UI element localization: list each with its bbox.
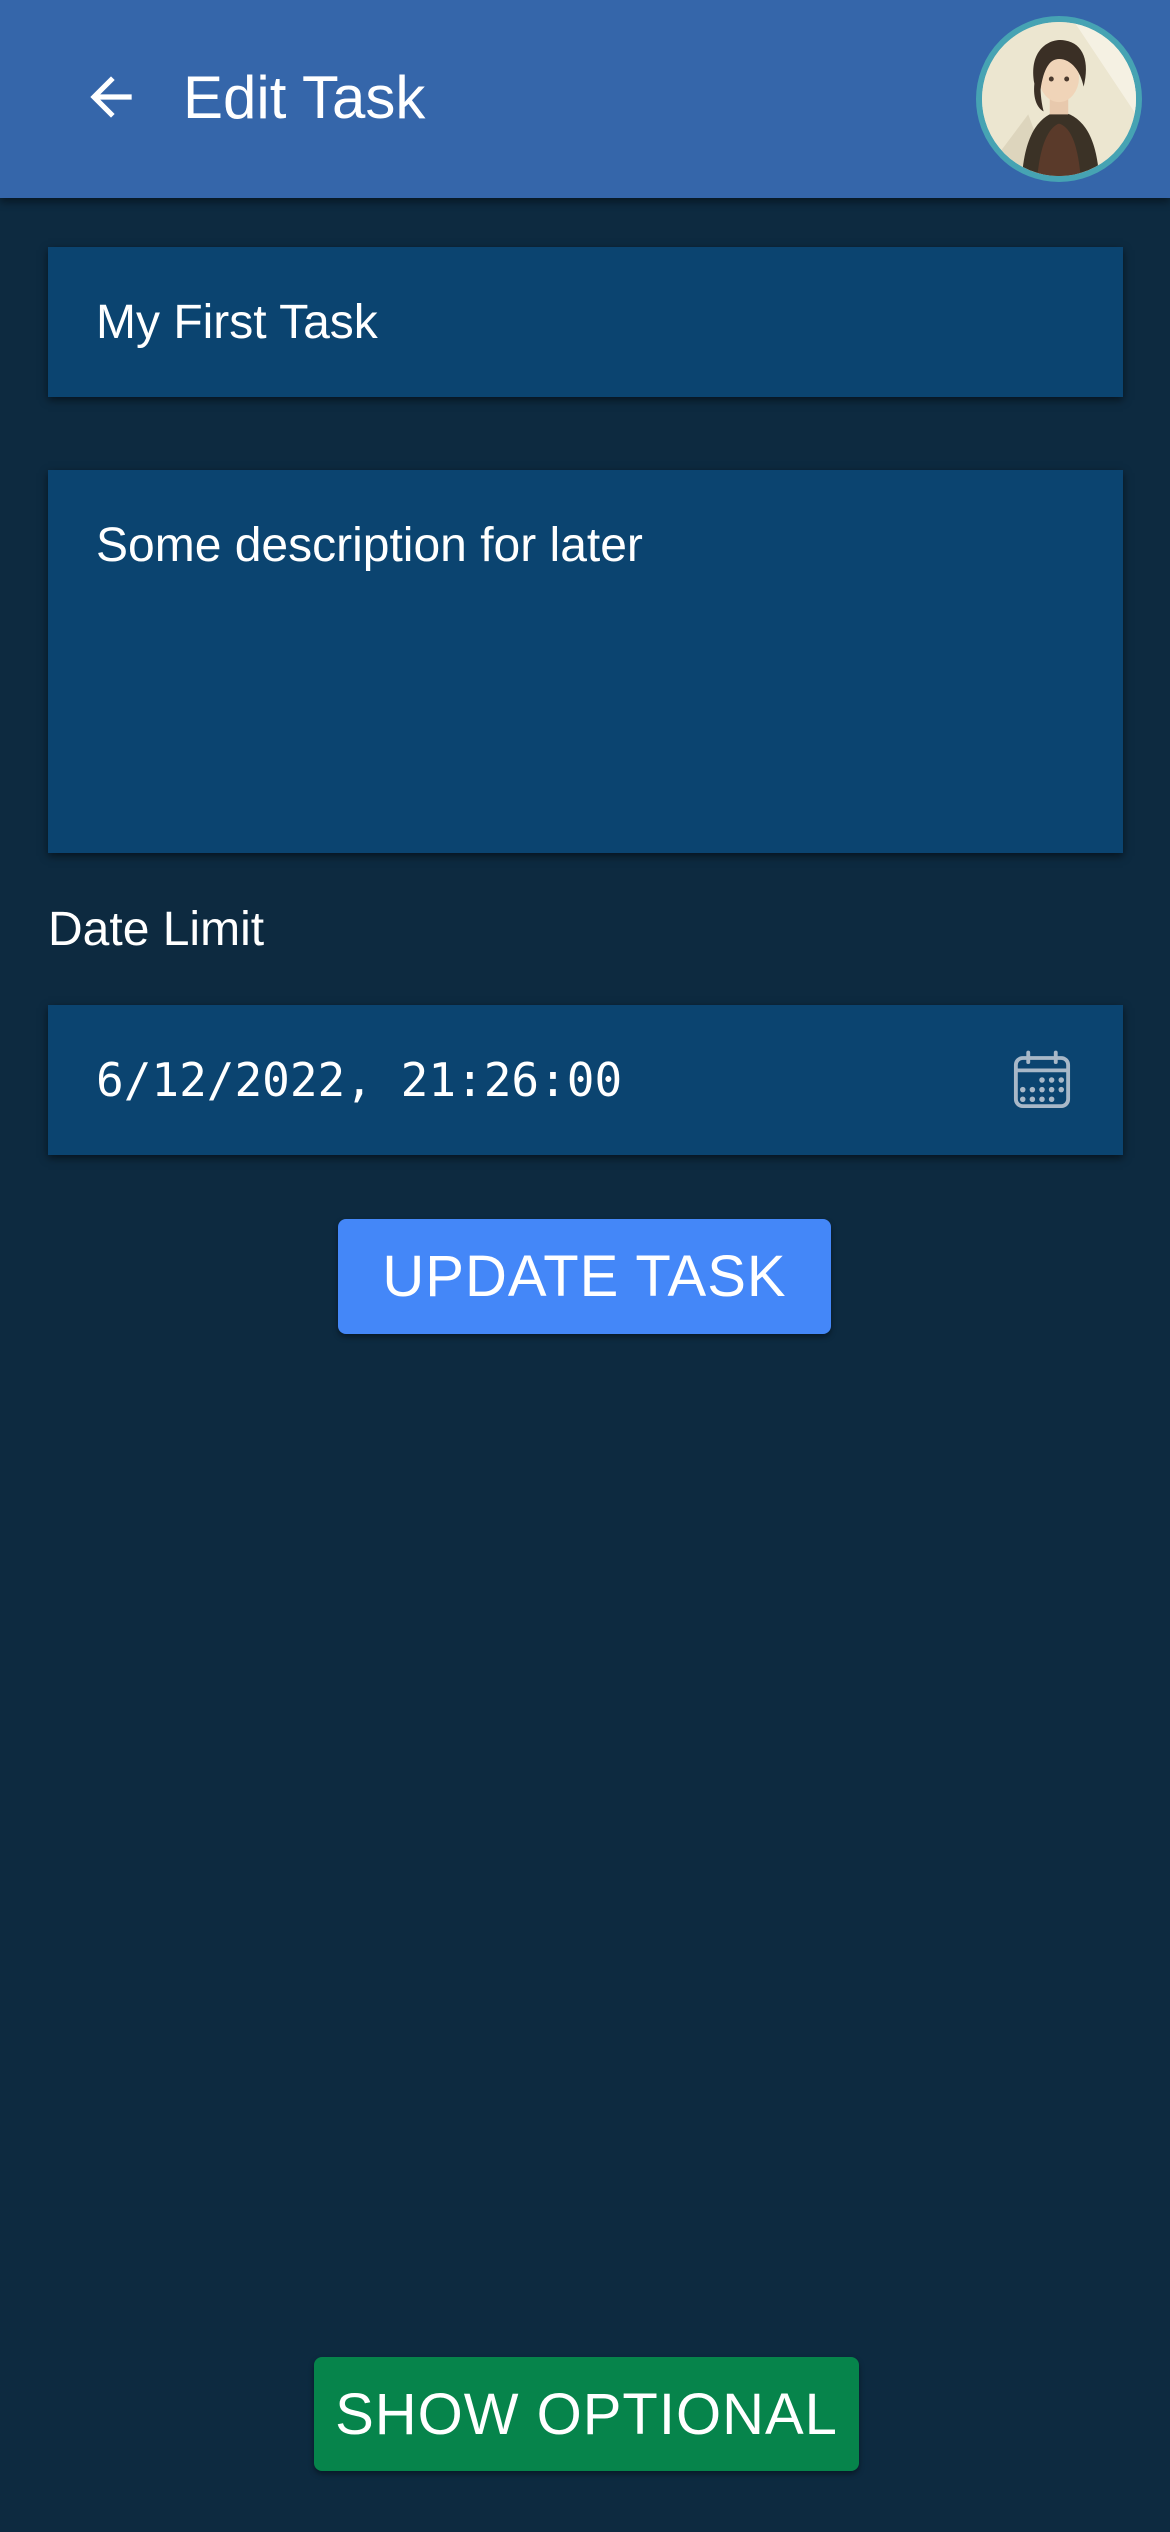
task-description-field[interactable]: Some description for later [48,470,1123,853]
show-optional-button[interactable]: SHOW OPTIONAL [314,2357,859,2471]
task-title-input[interactable] [48,247,1123,397]
task-title-field[interactable] [48,247,1123,397]
date-limit-label: Date Limit [48,903,265,956]
update-task-button[interactable]: UPDATE TASK [338,1219,831,1334]
app-bar: Edit Task [0,0,1170,198]
calendar-icon[interactable] [1009,1047,1075,1113]
back-button[interactable] [66,52,156,142]
date-limit-field[interactable]: 6/12/2022, 21:26:00 [48,1005,1123,1155]
date-limit-value[interactable]: 6/12/2022, 21:26:00 [96,1005,622,1155]
edit-task-screen: Edit Task Some des [0,0,1170,2532]
page-title: Edit Task [183,64,426,131]
avatar-image [982,22,1136,176]
user-avatar[interactable] [976,16,1142,182]
task-description-input[interactable]: Some description for later [48,470,1123,853]
arrow-left-icon [90,76,132,118]
